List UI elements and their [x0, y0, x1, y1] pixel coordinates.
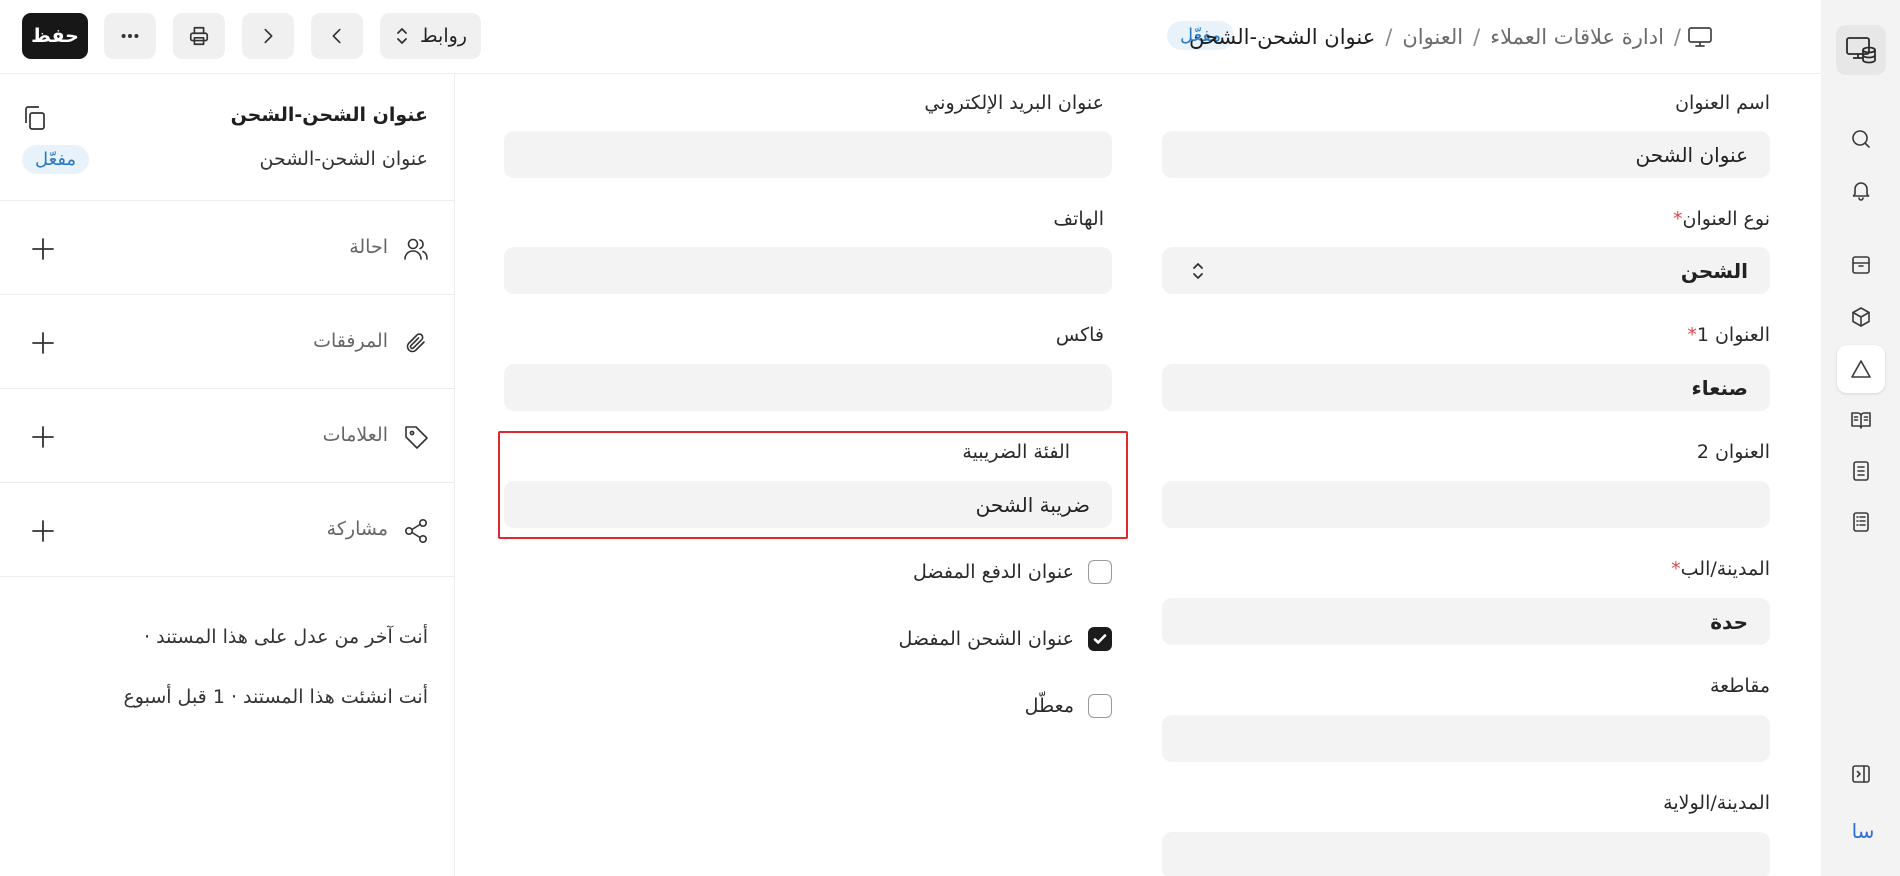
paperclip-icon: [402, 329, 430, 357]
is-shipping-address-checkbox[interactable]: [1088, 627, 1112, 651]
tax-category-label: الفئة الضريبية: [962, 441, 1070, 463]
archive-icon[interactable]: [1837, 241, 1885, 289]
disabled-checkbox-row[interactable]: معطّل: [1025, 692, 1112, 720]
is-primary-address-label: عنوان الدفع المفضل: [913, 561, 1074, 583]
email-input[interactable]: [504, 131, 1112, 178]
tag-icon: [402, 423, 430, 451]
fax-label: فاكس: [1055, 324, 1104, 346]
sidebar-item-label: المرفقات: [313, 330, 388, 352]
breadcrumb-separator: /: [1385, 25, 1393, 49]
links-dropdown[interactable]: روابط: [380, 13, 481, 59]
sidebar-toggle-icon[interactable]: [1837, 750, 1885, 798]
county-input[interactable]: [1162, 715, 1770, 762]
required-mark: *: [1671, 558, 1681, 580]
address-title-label: اسم العنوان: [1675, 92, 1770, 114]
document-sidebar: عنوان الشحن-الشحن عنوان الشحن-الشحن مفعّ…: [0, 74, 455, 876]
sidebar-status-badge: مفعّل: [22, 145, 90, 174]
is-primary-address-checkbox-row[interactable]: عنوان الدفع المفضل: [913, 558, 1112, 586]
page-title: عنوان الشحن-الشحن: [1189, 25, 1376, 49]
ellipsis-icon: [121, 33, 139, 39]
sidebar-item-label: العلامات: [322, 424, 388, 446]
state-input[interactable]: [1162, 832, 1770, 876]
is-shipping-address-checkbox-row[interactable]: عنوان الشحن المفضل: [899, 625, 1112, 653]
fax-input[interactable]: [504, 364, 1112, 411]
chevron-updown-icon: [1190, 259, 1206, 283]
chevron-right-icon: [264, 28, 273, 44]
previous-record-button[interactable]: [311, 13, 363, 59]
save-button[interactable]: حفظ: [22, 13, 88, 59]
is-shipping-address-label: عنوان الشحن المفضل: [898, 628, 1074, 650]
address-line2-input[interactable]: [1162, 481, 1770, 528]
address-type-value: الشحن: [1680, 258, 1748, 283]
check-icon: [1093, 634, 1107, 644]
address-line1-label-text: العنوان 1: [1696, 324, 1770, 346]
breadcrumb-crm[interactable]: ادارة علاقات العملاء: [1490, 25, 1664, 49]
address-title-input[interactable]: عنوان الشحن: [1162, 131, 1770, 178]
address-type-label: نوع العنوان*: [1669, 208, 1770, 230]
city-label-text: المدينة/الب: [1680, 558, 1770, 580]
sidebar-item-share[interactable]: مشاركة: [0, 483, 454, 577]
box-icon[interactable]: [1837, 293, 1885, 341]
more-button[interactable]: [104, 13, 156, 59]
app-logo-icon[interactable]: [1836, 25, 1886, 75]
sidebar-header: عنوان الشحن-الشحن عنوان الشحن-الشحن مفعّ…: [0, 74, 454, 201]
phone-input[interactable]: [504, 247, 1112, 294]
tax-category-input[interactable]: ضريبة الشحن: [504, 481, 1112, 528]
share-icon: [402, 517, 430, 545]
plus-icon[interactable]: [30, 236, 56, 262]
sidebar-subtitle: عنوان الشحن-الشحن: [259, 148, 428, 170]
county-label: مقاطعة: [1709, 675, 1770, 697]
chevron-updown-icon: [397, 28, 407, 44]
notebook-icon[interactable]: [1837, 447, 1885, 495]
email-label: عنوان البريد الإلكتروني: [924, 92, 1104, 114]
next-record-button[interactable]: [242, 13, 294, 59]
links-label: روابط: [420, 25, 467, 47]
disabled-checkbox[interactable]: [1088, 694, 1112, 718]
sidebar-title: عنوان الشحن-الشحن: [230, 104, 428, 126]
printer-icon: [189, 26, 209, 46]
book-open-icon[interactable]: [1837, 396, 1885, 444]
users-icon: [402, 235, 430, 263]
sidebar-item-attachments[interactable]: المرفقات: [0, 295, 454, 389]
address-line1-input[interactable]: صنعاء: [1162, 364, 1770, 411]
address-line1-label: العنوان 1*: [1683, 324, 1770, 346]
sidebar-item-tags[interactable]: العلامات: [0, 389, 454, 483]
breadcrumb-separator: /: [1473, 25, 1481, 49]
address-line2-label: العنوان 2: [1696, 441, 1770, 463]
sidebar-item-label: احالة: [349, 236, 388, 258]
sidebar-item-label: مشاركة: [326, 518, 388, 540]
breadcrumb-separator: /: [1673, 25, 1681, 49]
breadcrumb: / ادارة علاقات العملاء / العنوان / عنوان…: [1189, 20, 1681, 54]
activity-last-edited: أنت آخر من عدل على هذا المستند ·: [144, 626, 428, 648]
state-label: المدينة/الولاية: [1663, 792, 1770, 814]
is-primary-address-checkbox[interactable]: [1088, 560, 1112, 584]
search-icon[interactable]: [1837, 115, 1885, 163]
plus-icon[interactable]: [30, 518, 56, 544]
bell-icon[interactable]: [1837, 166, 1885, 214]
app-rail: سا: [1821, 0, 1900, 876]
city-label: المدينة/الب*: [1667, 558, 1770, 580]
sidebar-item-assign[interactable]: احالة: [0, 201, 454, 295]
chevron-left-icon: [332, 28, 341, 44]
triangle-icon[interactable]: [1837, 345, 1885, 393]
city-input[interactable]: حدة: [1162, 598, 1770, 645]
address-type-select[interactable]: الشحن: [1162, 247, 1770, 294]
top-bar: حفظ روابط مفعّل / ادارة علاقات العملاء /…: [0, 0, 1821, 74]
monitor-icon[interactable]: [1687, 25, 1713, 49]
required-mark: *: [1673, 208, 1683, 230]
plus-icon[interactable]: [30, 424, 56, 450]
phone-label: الهاتف: [1053, 208, 1104, 230]
breadcrumb-address[interactable]: العنوان: [1402, 25, 1463, 49]
copy-icon[interactable]: [22, 104, 48, 132]
plus-icon[interactable]: [30, 330, 56, 356]
required-mark: *: [1687, 324, 1697, 346]
print-button[interactable]: [173, 13, 225, 59]
activity-created: أنت انشئت هذا المستند · 1 قبل أسبوع: [123, 686, 428, 708]
disabled-label: معطّل: [1024, 695, 1074, 717]
list-icon[interactable]: [1837, 498, 1885, 546]
address-type-label-text: نوع العنوان: [1682, 208, 1771, 230]
user-avatar[interactable]: سا: [1847, 815, 1879, 847]
